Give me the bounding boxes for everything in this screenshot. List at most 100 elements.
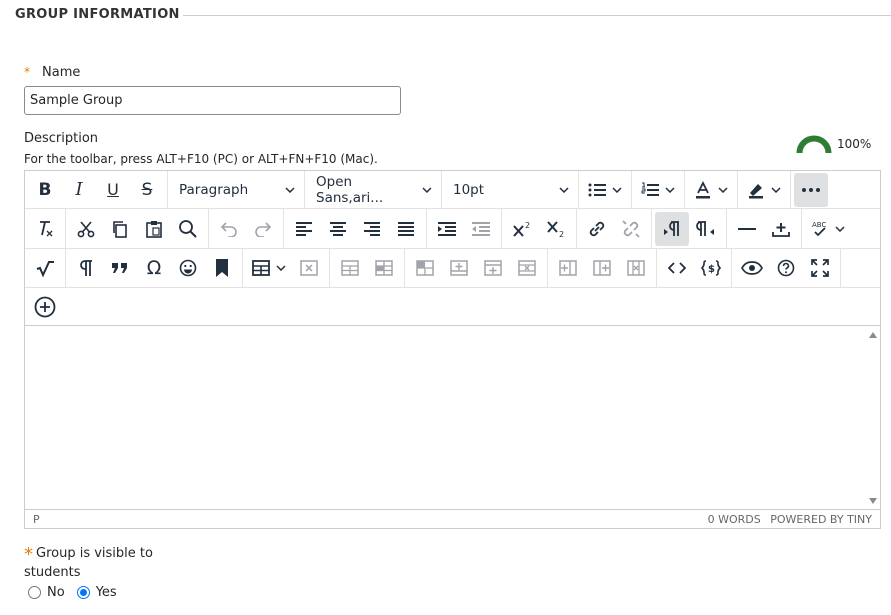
- numbered-list-button[interactable]: [635, 173, 681, 207]
- insert-button[interactable]: [764, 212, 798, 246]
- table-button[interactable]: [246, 251, 292, 285]
- visibility-label: * Group is visible to students: [24, 545, 164, 582]
- chevron-down-icon: [665, 186, 675, 193]
- ltr-direction-button[interactable]: [655, 211, 689, 246]
- insert-row-before-button[interactable]: [442, 251, 476, 285]
- delete-table-button[interactable]: [292, 251, 326, 285]
- help-button[interactable]: [769, 251, 803, 285]
- word-count[interactable]: 0 WORDS: [708, 513, 761, 526]
- element-path[interactable]: P: [33, 513, 40, 526]
- find-replace-button[interactable]: [171, 212, 205, 246]
- scroll-up-arrow-icon[interactable]: [869, 332, 877, 338]
- clear-formatting-button[interactable]: [28, 212, 62, 246]
- redo-icon: [255, 221, 272, 237]
- align-right-icon: [364, 221, 380, 236]
- visibility-no-radio[interactable]: [28, 586, 41, 599]
- visibility-yes-label[interactable]: Yes: [96, 585, 117, 600]
- svg-text:$: $: [708, 264, 715, 275]
- editor-scrollbar[interactable]: [866, 326, 880, 510]
- font-family-dropdown[interactable]: Open Sans,ari...: [308, 173, 438, 207]
- name-input[interactable]: [24, 86, 401, 115]
- copy-button[interactable]: [103, 212, 137, 246]
- indent-button[interactable]: [430, 212, 464, 246]
- paste-button[interactable]: [137, 212, 171, 246]
- clear-formatting-icon: [40, 220, 53, 236]
- numbered-list-icon: [641, 182, 659, 196]
- font-size-dropdown[interactable]: 10pt: [445, 173, 575, 207]
- outdent-button[interactable]: [464, 212, 498, 246]
- table-icon: [252, 260, 270, 276]
- outdent-icon: [472, 221, 490, 236]
- copy-icon: [113, 220, 127, 238]
- search-icon: [179, 219, 197, 238]
- more-options-button[interactable]: [794, 172, 828, 207]
- redo-button[interactable]: [246, 212, 280, 246]
- visibility-yes-radio[interactable]: [76, 586, 90, 599]
- eye-icon: [741, 261, 763, 275]
- toolbar-help-text: For the toolbar, press ALT+F10 (PC) or A…: [24, 152, 378, 166]
- toolbar-row-2: 2 2 ABC: [25, 209, 880, 249]
- blockquote-button[interactable]: [103, 251, 137, 285]
- delete-column-button[interactable]: [619, 251, 653, 285]
- show-blocks-button[interactable]: [69, 251, 103, 285]
- table-cell-props-button[interactable]: [367, 251, 401, 285]
- highlight-color-button[interactable]: [741, 173, 787, 207]
- bold-button[interactable]: B: [28, 173, 62, 207]
- align-left-button[interactable]: [287, 212, 321, 246]
- editor-content-area[interactable]: [25, 326, 880, 510]
- source-code-button[interactable]: [660, 251, 694, 285]
- powered-by-link[interactable]: POWERED BY TINY: [770, 513, 872, 526]
- merge-cells-icon: [416, 260, 434, 276]
- align-center-button[interactable]: [321, 212, 355, 246]
- undo-button[interactable]: [212, 212, 246, 246]
- cut-button[interactable]: [69, 212, 103, 246]
- name-label-text: Name: [42, 65, 81, 80]
- align-right-button[interactable]: [355, 212, 389, 246]
- delete-row-button[interactable]: [510, 251, 544, 285]
- insert-column-before-button[interactable]: [551, 251, 585, 285]
- table-row-props-button[interactable]: [333, 251, 367, 285]
- insert-row-before-icon: [450, 260, 468, 276]
- horizontal-rule-button[interactable]: [730, 212, 764, 246]
- emoji-button[interactable]: [171, 251, 205, 285]
- template-variable-button[interactable]: $: [694, 251, 728, 285]
- add-content-button[interactable]: [28, 290, 62, 324]
- insert-row-after-button[interactable]: [476, 251, 510, 285]
- text-color-button[interactable]: [688, 173, 734, 207]
- name-label: * Name: [24, 65, 80, 80]
- clipboard-icon: [146, 220, 162, 238]
- rtl-direction-button[interactable]: [689, 212, 723, 246]
- superscript-button[interactable]: 2: [505, 212, 539, 246]
- insert-column-after-button[interactable]: [585, 251, 619, 285]
- subscript-button[interactable]: 2: [539, 212, 573, 246]
- block-format-value: Paragraph: [179, 181, 249, 198]
- spellcheck-button[interactable]: ABC: [805, 212, 851, 246]
- link-icon: [589, 221, 605, 236]
- svg-text:2: 2: [525, 221, 530, 230]
- chevron-down-icon: [612, 186, 622, 193]
- delete-row-icon: [518, 260, 536, 276]
- toolbar-row-3: Ω $: [25, 249, 880, 288]
- math-equation-button[interactable]: [28, 251, 62, 285]
- italic-button[interactable]: I: [62, 173, 96, 207]
- preview-button[interactable]: [735, 251, 769, 285]
- progress-percent: 100%: [837, 137, 872, 151]
- bold-glyph: B: [38, 179, 52, 200]
- merge-cells-button[interactable]: [408, 251, 442, 285]
- underline-button[interactable]: U: [96, 173, 130, 207]
- block-format-dropdown[interactable]: Paragraph: [171, 173, 301, 207]
- fullscreen-button[interactable]: [803, 251, 837, 285]
- special-character-button[interactable]: Ω: [137, 251, 171, 285]
- anchor-button[interactable]: [205, 251, 239, 285]
- curly-braces-icon: $: [701, 260, 721, 276]
- scroll-down-arrow-icon[interactable]: [869, 498, 877, 504]
- insert-link-button[interactable]: [580, 212, 614, 246]
- delete-table-icon: [300, 260, 318, 276]
- toolbar-row-1: B I U S Paragraph Open Sans,ari... 10pt: [25, 171, 880, 209]
- bullet-list-button[interactable]: [582, 173, 628, 207]
- align-justify-button[interactable]: [389, 212, 423, 246]
- unlink-button[interactable]: [614, 212, 648, 246]
- visibility-no-label[interactable]: No: [47, 585, 65, 600]
- strikethrough-button[interactable]: S: [130, 173, 164, 207]
- chevron-down-icon: [718, 186, 728, 193]
